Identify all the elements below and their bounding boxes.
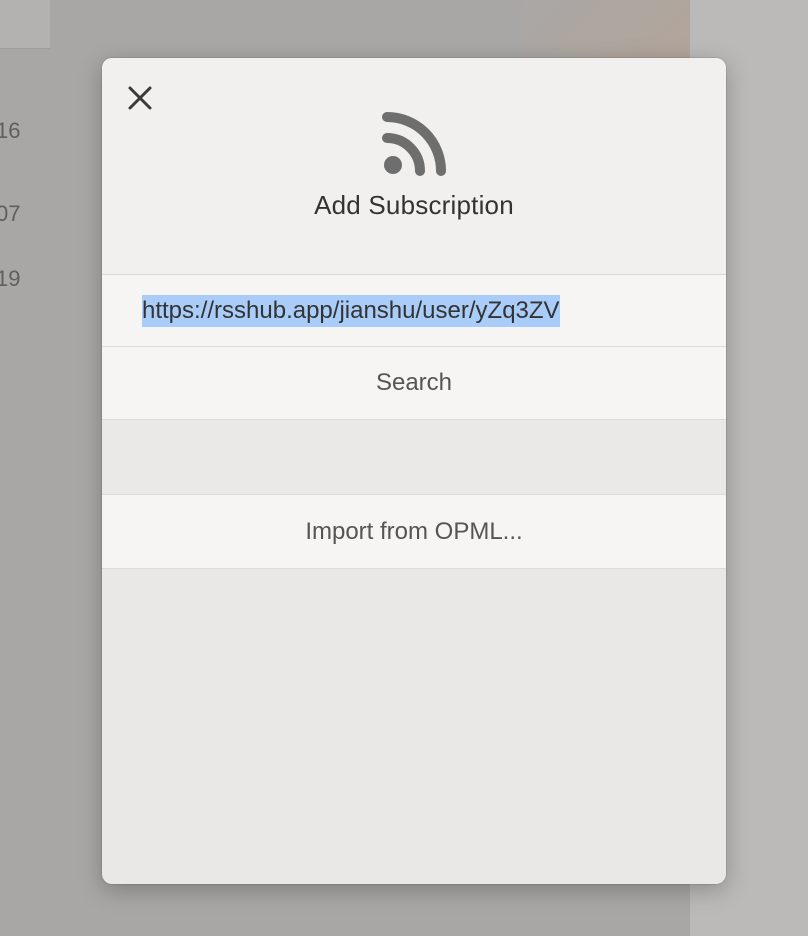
add-subscription-dialog: Add Subscription https://rsshub.app/jian… — [102, 58, 726, 884]
backdrop-toolbar — [0, 0, 50, 49]
close-icon — [128, 86, 152, 110]
background-count-2: 07 — [0, 201, 21, 226]
dialog-header: Add Subscription — [102, 58, 726, 275]
import-opml-button[interactable]: Import from OPML... — [102, 495, 726, 569]
results-area — [102, 420, 726, 495]
url-row: https://rsshub.app/jianshu/user/yZq3ZV — [102, 275, 726, 347]
rss-feed-icon — [382, 112, 446, 176]
dialog-title: Add Subscription — [314, 190, 514, 220]
background-count-1: 16 — [0, 118, 21, 143]
background-count-3: 19 — [0, 266, 21, 291]
search-button[interactable]: Search — [102, 347, 726, 420]
feed-url-value: https://rsshub.app/jianshu/user/yZq3ZV — [142, 295, 560, 327]
feed-url-input[interactable]: https://rsshub.app/jianshu/user/yZq3ZV — [142, 295, 702, 327]
close-button[interactable] — [124, 82, 156, 114]
